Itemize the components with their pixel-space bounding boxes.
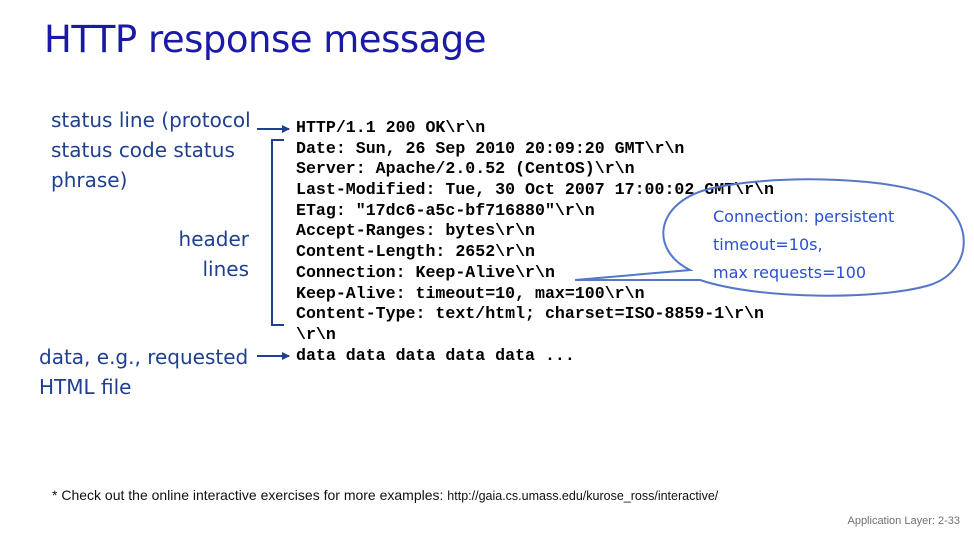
header-lines-bracket <box>271 139 284 326</box>
page-number: Application Layer: 2-33 <box>847 515 960 527</box>
footnote-link[interactable]: http://gaia.cs.umass.edu/kurose_ross/int… <box>447 489 718 503</box>
callout-line-1: Connection: persistent <box>713 207 895 226</box>
callout-line-2: timeout=10s, <box>713 235 823 254</box>
footnote-text: * Check out the online interactive exerc… <box>52 487 448 503</box>
callout-line-3: max requests=100 <box>713 263 867 282</box>
footnote: * Check out the online interactive exerc… <box>52 487 718 503</box>
callout-text: Connection: persistent timeout=10s, max … <box>713 203 894 287</box>
